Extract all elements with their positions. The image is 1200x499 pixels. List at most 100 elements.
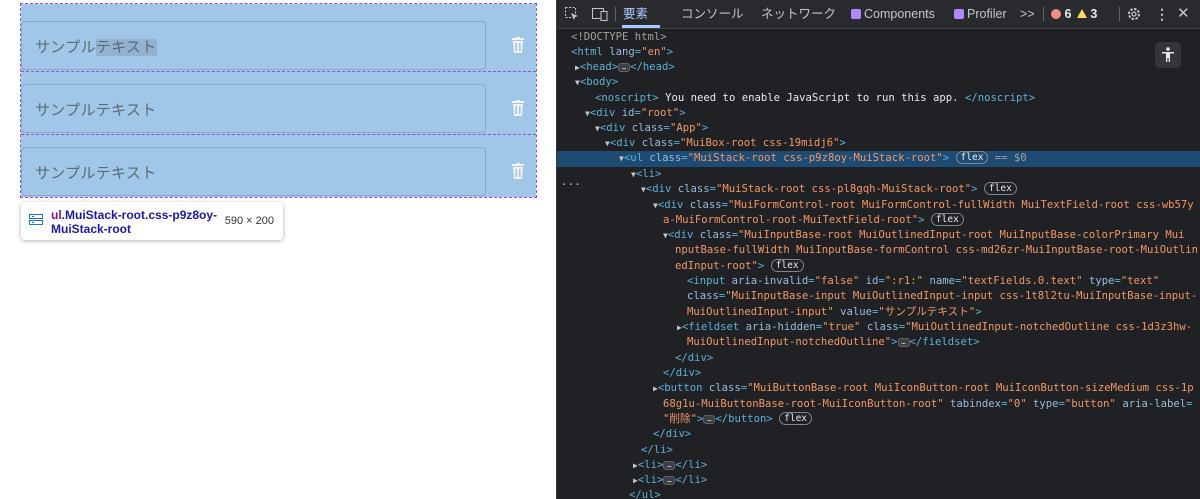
selected-marker: == $0 xyxy=(988,152,1027,164)
flex-badge[interactable]: flex xyxy=(983,182,1017,195)
device-toolbar-icon[interactable] xyxy=(592,0,608,28)
dom-line-wrap[interactable]: class="MuiInputBase-input MuiOutlinedInp… xyxy=(557,289,1200,305)
ellipsis-icon[interactable]: … xyxy=(663,476,676,485)
tag: </noscript> xyxy=(964,92,1036,104)
dom-line[interactable]: </ul> xyxy=(557,488,1200,499)
issues-counter[interactable]: 6 3 xyxy=(1051,0,1097,28)
tag: </fieldset> xyxy=(909,336,980,348)
dom-line[interactable]: ▼<div id="root"> xyxy=(557,106,1200,122)
flex-badge[interactable]: flex xyxy=(930,213,964,226)
tag: <div xyxy=(657,199,690,211)
tag: </li> xyxy=(641,444,673,456)
attr-value: "MuiStack-root css-p9z8oy-MuiStack-root" xyxy=(687,152,943,164)
dom-line[interactable]: ▼<li> xyxy=(557,167,1200,183)
ellipsis-icon[interactable]: … xyxy=(618,63,631,72)
attr: type xyxy=(1088,275,1115,287)
tab-profiler[interactable]: Profiler xyxy=(954,0,1007,28)
attr-value: a-MuiFormControl-root-MuiTextField-root" xyxy=(663,214,919,226)
attr: name xyxy=(929,275,955,287)
ellipsis-icon[interactable]: … xyxy=(703,415,716,424)
dom-line[interactable]: </div> xyxy=(557,366,1200,382)
warning-count: 3 xyxy=(1090,7,1098,21)
dom-line-selected[interactable]: ▼<ul class="MuiStack-root css-p9z8oy-Mui… xyxy=(557,151,1200,167)
tab-console[interactable]: コンソール xyxy=(681,0,744,28)
attr-value: "MuiFormControl-root MuiFormControl-full… xyxy=(728,199,1194,211)
dom-line[interactable]: ▼<div class="App"> xyxy=(557,121,1200,137)
dom-line[interactable]: <input aria-invalid="false" id=":r1:" na… xyxy=(557,274,1200,290)
close-icon[interactable]: ✕ xyxy=(1177,0,1190,28)
dom-line[interactable]: ▼<div class="MuiInputBase-root MuiOutlin… xyxy=(557,228,1200,244)
dom-line-wrap[interactable]: "削除">… </button> flex xyxy=(557,412,1200,428)
tag: <html xyxy=(571,46,610,58)
dom-line-wrap[interactable]: nputBase-fullWidth MuiInputBase-formCont… xyxy=(557,243,1200,259)
accessibility-icon[interactable] xyxy=(1155,42,1181,68)
tag: <head> xyxy=(579,61,619,73)
ellipsis-icon[interactable]: … xyxy=(897,338,910,347)
delete-button[interactable] xyxy=(507,96,529,120)
inspect-tooltip: ul.MuiStack-root.css-p9z8oy-MuiStack-roo… xyxy=(21,202,283,240)
tag: <div xyxy=(609,137,642,149)
dom-line[interactable]: ▶<head>… </head> xyxy=(557,60,1200,76)
dom-line-wrap[interactable]: 68g1u-MuiButtonBase-root-MuiIconButton-r… xyxy=(557,397,1200,413)
dom-line[interactable]: </li> xyxy=(557,443,1200,459)
dom-line[interactable]: <noscript> You need to enable JavaScript… xyxy=(557,91,1200,107)
dom-line[interactable]: <html lang="en"> xyxy=(557,45,1200,61)
trash-icon xyxy=(512,163,524,179)
dom-line[interactable]: </div> xyxy=(557,351,1200,367)
attr-value: "削除" xyxy=(663,413,697,425)
tag: <li> xyxy=(637,474,664,486)
settings-icon[interactable] xyxy=(1127,0,1141,28)
doctype: <!DOCTYPE html> xyxy=(571,31,667,43)
dom-line[interactable]: ▶<fieldset aria-hidden="true" class="Mui… xyxy=(557,320,1200,336)
flex-badge[interactable]: flex xyxy=(779,412,813,425)
dom-line[interactable]: ▶<button class="MuiButtonBase-root MuiIc… xyxy=(557,381,1200,397)
tab-components[interactable]: Components xyxy=(851,0,935,28)
tag: </div> xyxy=(653,428,692,440)
tag: <div xyxy=(589,107,622,119)
dom-line[interactable]: </div> xyxy=(557,427,1200,443)
dom-line[interactable]: <!DOCTYPE html> xyxy=(557,30,1200,46)
dom-line[interactable]: ▶<li>… </li> xyxy=(557,458,1200,474)
page-viewport: サンプルテキスト サンプルテキスト サンプルテキスト ul.MuiStack-r… xyxy=(0,0,556,499)
ellipsis-icon[interactable]: … xyxy=(663,461,676,470)
dom-line[interactable]: ▶<li>… </li> xyxy=(557,473,1200,489)
attr-value: "サンプルテキスト" xyxy=(878,306,976,318)
dom-line[interactable]: ▼<div class="MuiBox-root css-19midj6"> xyxy=(557,136,1200,152)
tab-network[interactable]: ネットワーク xyxy=(761,0,836,28)
dom-line[interactable]: ▼<div class="MuiStack-root css-pl8gqh-Mu… xyxy=(557,182,1200,198)
tooltip-size: 590 × 200 xyxy=(224,215,274,227)
dom-line[interactable]: ▼<div class="MuiFormControl-root MuiForm… xyxy=(557,198,1200,214)
attr-value: edInput-root" xyxy=(675,260,758,272)
dom-line-wrap[interactable]: MuiOutlinedInput-notchedOutline">… </fiel… xyxy=(557,335,1200,351)
attr: class xyxy=(689,199,722,211)
dom-line-wrap[interactable]: a-MuiFormControl-root-MuiTextField-root"… xyxy=(557,213,1200,229)
gap-guide xyxy=(21,134,536,135)
more-tabs-button[interactable]: >> xyxy=(1020,0,1035,28)
flex-badge[interactable]: flex xyxy=(955,151,989,164)
dom-line-wrap[interactable]: MuiOutlinedInput-input" value="サンプルテキスト"… xyxy=(557,305,1200,321)
flex-badge[interactable]: flex xyxy=(770,259,804,272)
attr: id xyxy=(621,107,635,119)
dom-line[interactable]: ▼<body> xyxy=(557,75,1200,91)
text-field-input[interactable]: サンプルテキスト xyxy=(21,21,486,70)
attr: lang xyxy=(609,46,635,58)
attr-value: "text" xyxy=(1120,275,1160,287)
attr-value: MuiOutlinedInput-notchedOutline" xyxy=(687,336,892,348)
tag: </li> xyxy=(675,474,708,486)
delete-button[interactable] xyxy=(507,33,529,57)
inspect-element-icon[interactable] xyxy=(565,0,579,28)
more-options-icon[interactable]: ⋮ xyxy=(1155,0,1169,28)
dom-line-wrap[interactable]: edInput-root"> flex xyxy=(557,259,1200,275)
tag: </li> xyxy=(675,459,708,471)
delete-button[interactable] xyxy=(507,159,529,183)
tag: <li> xyxy=(635,168,662,180)
tooltip-tag: ul xyxy=(51,208,62,222)
text-field-input[interactable]: サンプルテキスト xyxy=(21,147,486,196)
text-field-input[interactable]: サンプルテキスト xyxy=(21,84,486,133)
attr-value: "MuiBox-root css-19midj6" xyxy=(680,137,840,149)
toolbar-divider xyxy=(1119,7,1120,21)
tag: </button> xyxy=(715,413,773,425)
text-field-value: サンプルテキスト xyxy=(35,102,157,119)
tag: </head> xyxy=(630,61,675,73)
tab-elements[interactable]: 要素 xyxy=(623,0,648,28)
